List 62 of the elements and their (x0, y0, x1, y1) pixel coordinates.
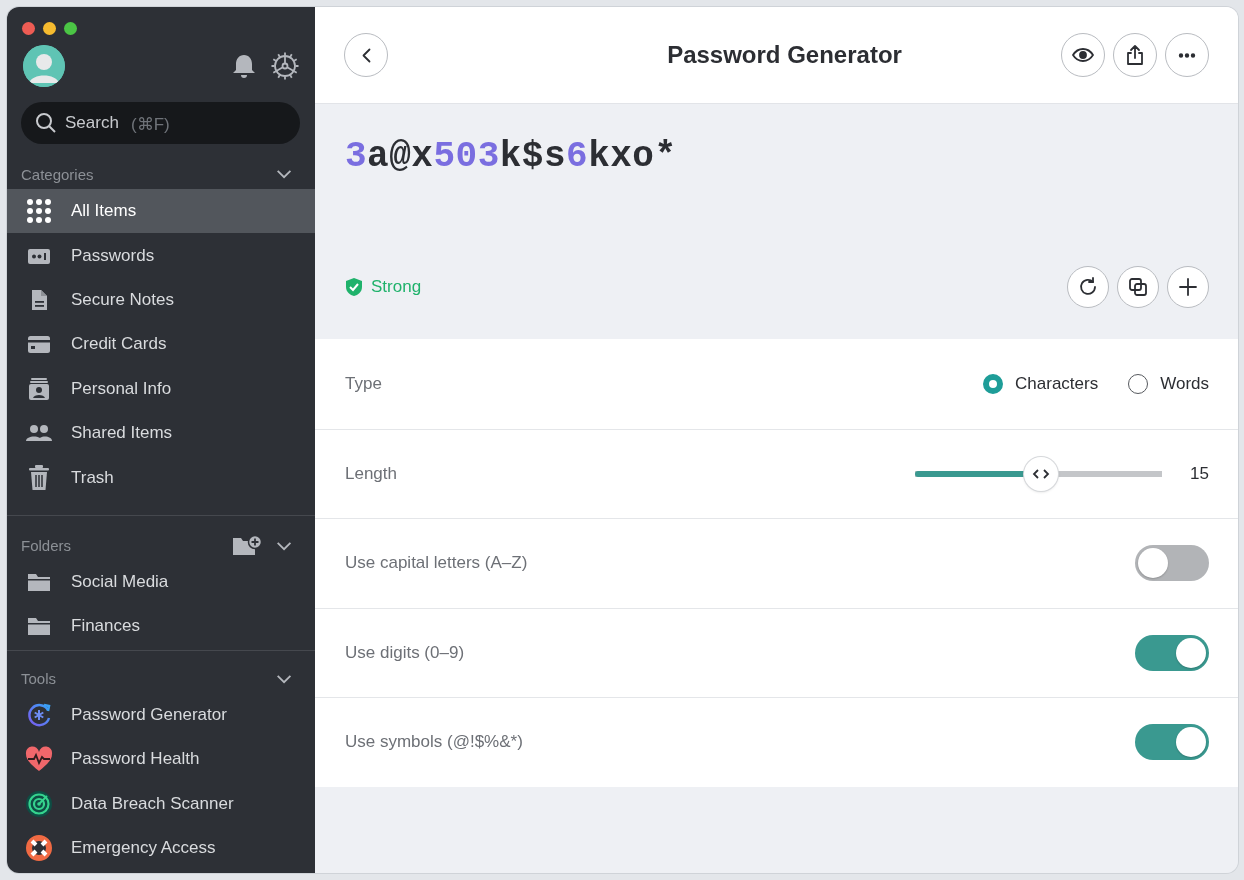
section-title: Tools (21, 670, 57, 688)
share-icon (1124, 44, 1146, 66)
minimize-window-control[interactable] (43, 22, 56, 35)
sidebar-item[interactable]: Password Health (7, 737, 315, 782)
radio-option[interactable]: Words (1128, 373, 1209, 394)
share-button[interactable] (1113, 33, 1157, 77)
view-button[interactable] (1061, 33, 1105, 77)
refresh-icon (1077, 276, 1099, 298)
sidebar-item[interactable]: Password Generator (7, 692, 315, 738)
copy-icon (1127, 276, 1149, 298)
avatar[interactable] (23, 45, 65, 87)
sidebar-item[interactable]: All Items (7, 189, 315, 234)
slider-thumb[interactable] (1024, 456, 1059, 491)
zoom-window-control[interactable] (64, 22, 77, 35)
regenerate-button[interactable] (1067, 266, 1109, 308)
setting-label: Use symbols (@!$%&*) (345, 732, 523, 753)
more-icon (1178, 52, 1196, 58)
more-button[interactable] (1165, 33, 1209, 77)
back-icon (361, 47, 371, 63)
page-title: Password Generator (666, 41, 903, 69)
setting-label: Length (345, 463, 397, 484)
setting-label: Use capital letters (A–Z) (345, 553, 528, 574)
toggle-switch[interactable] (1135, 724, 1209, 761)
generated-password: 3a@x503k$s6kxo* (345, 136, 677, 177)
add-folder-icon[interactable] (232, 534, 262, 557)
sidebar-item[interactable]: Shared Items (7, 410, 315, 456)
settings-icon[interactable] (271, 52, 299, 80)
chevron-icon[interactable] (276, 673, 293, 684)
sidebar-item[interactable]: Personal Info (7, 366, 315, 411)
plus-icon (1177, 276, 1199, 298)
chevron-icon[interactable] (276, 540, 293, 551)
section-title: Categories (21, 165, 94, 183)
sidebar-item[interactable]: Social Media (7, 559, 315, 605)
lifebuoy-icon (25, 834, 53, 863)
setting-label: Type (345, 373, 382, 394)
section-title: Folders (21, 537, 72, 555)
target-icon (25, 789, 53, 818)
folder-icon (27, 615, 51, 638)
sidebar-item[interactable]: Finances (7, 604, 315, 649)
length-value: 15 (1190, 463, 1209, 484)
search-icon (35, 112, 57, 134)
toggle-switch[interactable] (1135, 634, 1209, 671)
grid-icon (27, 199, 51, 224)
sidebar-item[interactable]: Credit Cards (7, 322, 315, 367)
radio-option[interactable]: Characters (983, 373, 1099, 394)
sidebar-item[interactable]: Secure Notes (7, 277, 315, 323)
copy-button[interactable] (1117, 266, 1159, 308)
sidebar-item[interactable]: Passwords (7, 233, 315, 278)
sidebar-item[interactable]: Data Breach Scanner (7, 781, 315, 826)
close-window-control[interactable] (22, 22, 35, 35)
trash-icon (27, 464, 51, 491)
shortcut-hint: (⌘F) (131, 114, 170, 135)
chevron-icon[interactable] (276, 169, 293, 179)
id-card-icon (27, 376, 51, 401)
sidebar-item[interactable]: Trash (7, 455, 315, 500)
setting-label: Use digits (0–9) (345, 642, 465, 663)
strength-label: Strong (371, 277, 422, 297)
heart-pulse-icon (25, 746, 53, 773)
notification-bell-icon[interactable] (231, 53, 257, 79)
toggle-switch[interactable] (1135, 545, 1209, 582)
sidebar-item[interactable]: Emergency Access (7, 825, 315, 871)
add-button[interactable] (1167, 266, 1209, 308)
